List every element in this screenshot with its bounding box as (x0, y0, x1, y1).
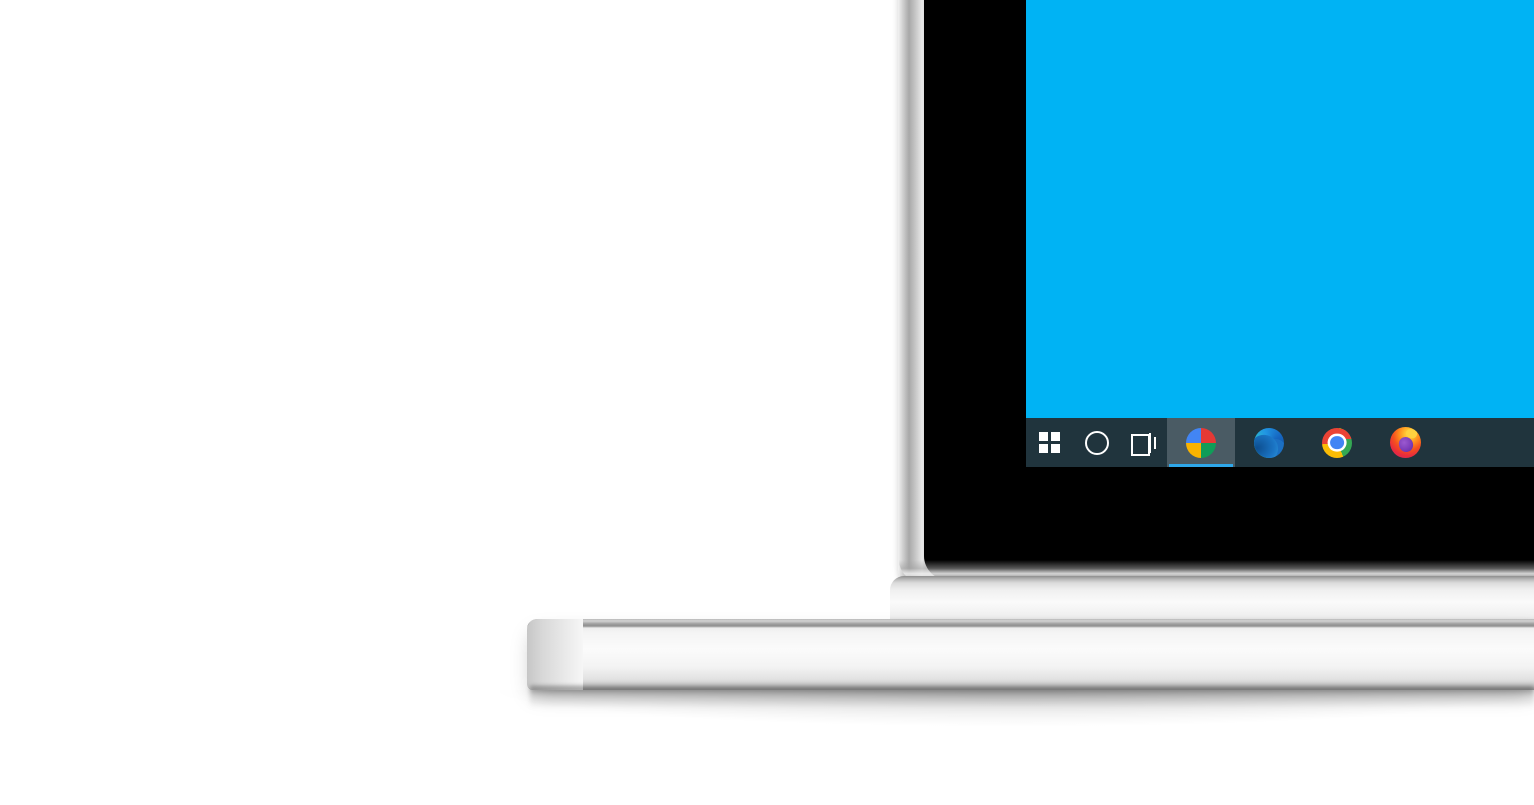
task-view-button[interactable] (1120, 418, 1167, 467)
chrome-icon (1322, 427, 1352, 458)
cortana-button[interactable] (1073, 418, 1120, 467)
task-view-icon (1130, 432, 1157, 456)
firefox-icon (1389, 427, 1421, 458)
laptop-base-left-edge (527, 619, 583, 690)
taskbar-app-microsoft-edge[interactable] (1235, 418, 1303, 467)
taskbar-app-google-chrome[interactable] (1303, 418, 1371, 467)
laptop-ambient-shadow (500, 690, 1534, 726)
cortana-circle-icon (1084, 430, 1109, 455)
edge-icon (1254, 427, 1284, 458)
taskbar-app-mozilla-firefox[interactable] (1371, 418, 1439, 467)
laptop-base (527, 619, 1534, 690)
laptop-display: Tasks Feel blue Feel red Feel yellow (1026, 0, 1534, 467)
desktop-wallpaper (1026, 0, 1534, 467)
windows-logo-icon (1039, 432, 1060, 453)
laptop-hinge (890, 576, 1534, 622)
start-button[interactable] (1026, 418, 1073, 467)
app-pie-icon (1186, 427, 1216, 458)
taskbar-app-app-shortcuts-sample[interactable] (1167, 418, 1235, 467)
windows-taskbar (1026, 418, 1534, 467)
laptop-illustration: Tasks Feel blue Feel red Feel yellow (0, 0, 1534, 805)
